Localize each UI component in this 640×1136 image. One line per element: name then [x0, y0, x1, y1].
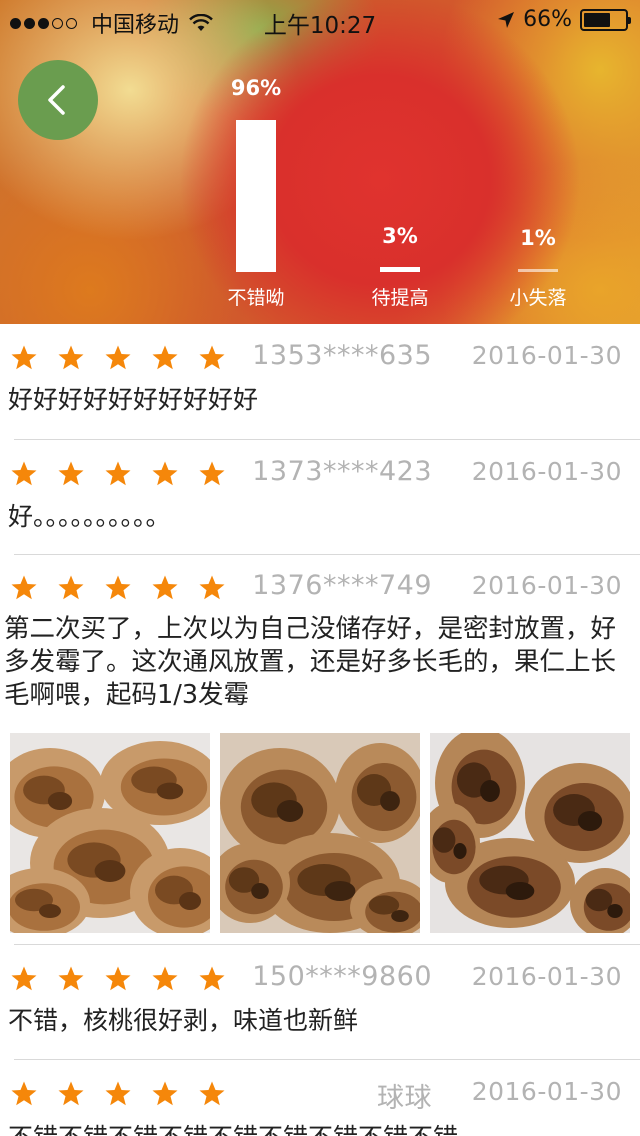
review-text: 第二次买了，上次以为自己没储存好，是密封放置，好多发霉了。这次通风放置，还是好多… — [4, 614, 617, 710]
review-item: 1376****749 2016-01-30 第二次买了，上次以为自己没储存好，是密… — [0, 555, 640, 945]
star-icon — [58, 461, 84, 486]
wifi-icon — [189, 14, 213, 31]
star-icon — [199, 345, 225, 370]
review-date: 2016-01-30 — [471, 1077, 622, 1106]
review-item: 1373****423 2016-01-30 好。。。。。。。。。。 — [0, 440, 640, 555]
star-icon — [58, 575, 84, 600]
battery-icon — [580, 8, 631, 31]
star-icon — [105, 1081, 131, 1106]
review-date: 2016-01-30 — [471, 457, 622, 486]
star-rating — [10, 344, 226, 372]
star-icon — [152, 345, 178, 370]
star-icon — [152, 1081, 178, 1106]
star-icon — [58, 345, 84, 370]
star-icon — [152, 461, 178, 486]
rating-label: 不错呦 — [227, 287, 285, 309]
battery-percent: 66% — [523, 7, 572, 32]
battery-level — [584, 12, 611, 27]
review-item: 球球 2016-01-30 不错不错不错不错不错不错不错不错不错 — [0, 1060, 640, 1136]
star-icon — [105, 966, 131, 991]
chevron-left-icon — [48, 85, 65, 115]
review-date: 2016-01-30 — [471, 962, 622, 991]
star-icon — [199, 461, 225, 486]
walnut-photo-1[interactable] — [10, 733, 210, 933]
reviewer-name: 球球 — [377, 1083, 432, 1114]
status-bar: 中国移动 上午10:27 66% — [0, 0, 640, 40]
star-icon — [199, 966, 225, 991]
rating-bar — [518, 269, 558, 272]
rating-label: 待提高 — [371, 287, 429, 309]
review-text: 不错，核桃很好剥，味道也新鲜 — [8, 1006, 359, 1035]
carrier-name: 中国移动 — [91, 13, 180, 38]
rating-label: 小失落 — [509, 287, 567, 309]
star-rating — [10, 1080, 226, 1108]
star-icon — [58, 1081, 84, 1106]
star-icon — [11, 1081, 37, 1106]
review-item: 150****9860 2016-01-30 不错，核桃很好剥，味道也新鲜 — [0, 945, 640, 1060]
star-rating — [10, 460, 226, 488]
rating-header: 中国移动 上午10:27 66% 96% 不错呦 3% 待提高 1% 小失落 — [0, 0, 640, 324]
reviewer-name: 150****9860 — [252, 961, 432, 992]
rating-bar — [236, 120, 276, 272]
star-icon — [11, 461, 37, 486]
review-text: 好。。。。。。。。。。 — [8, 502, 171, 531]
review-date: 2016-01-30 — [471, 341, 622, 370]
star-icon — [58, 966, 84, 991]
walnut-photo-3[interactable] — [430, 733, 630, 933]
review-date: 2016-01-30 — [471, 571, 622, 600]
star-icon — [152, 575, 178, 600]
star-icon — [152, 966, 178, 991]
reviewer-name: 1373****423 — [252, 456, 432, 487]
star-icon — [11, 575, 37, 600]
star-rating — [10, 574, 226, 602]
star-icon — [11, 966, 37, 991]
review-text: 不错不错不错不错不错不错不错不错不错 — [8, 1122, 628, 1136]
location-arrow-icon — [498, 11, 515, 28]
star-icon — [199, 575, 225, 600]
rating-bar — [380, 267, 420, 272]
reviewer-name: 1376****749 — [252, 570, 432, 601]
reviewer-name: 1353****635 — [252, 340, 432, 371]
star-icon — [105, 461, 131, 486]
back-button[interactable] — [18, 60, 98, 140]
star-icon — [199, 1081, 225, 1106]
star-icon — [105, 345, 131, 370]
rating-percent: 1% — [520, 226, 556, 250]
review-item: 1353****635 2016-01-30 好好好好好好好好好好 — [0, 324, 640, 440]
walnut-photo-2[interactable] — [220, 733, 420, 933]
star-rating — [10, 965, 226, 993]
star-icon — [105, 575, 131, 600]
star-icon — [11, 345, 37, 370]
rating-percent: 96% — [230, 76, 282, 100]
rating-percent: 3% — [382, 224, 418, 248]
signal-icon — [10, 17, 77, 29]
review-text: 好好好好好好好好好好 — [8, 385, 259, 414]
